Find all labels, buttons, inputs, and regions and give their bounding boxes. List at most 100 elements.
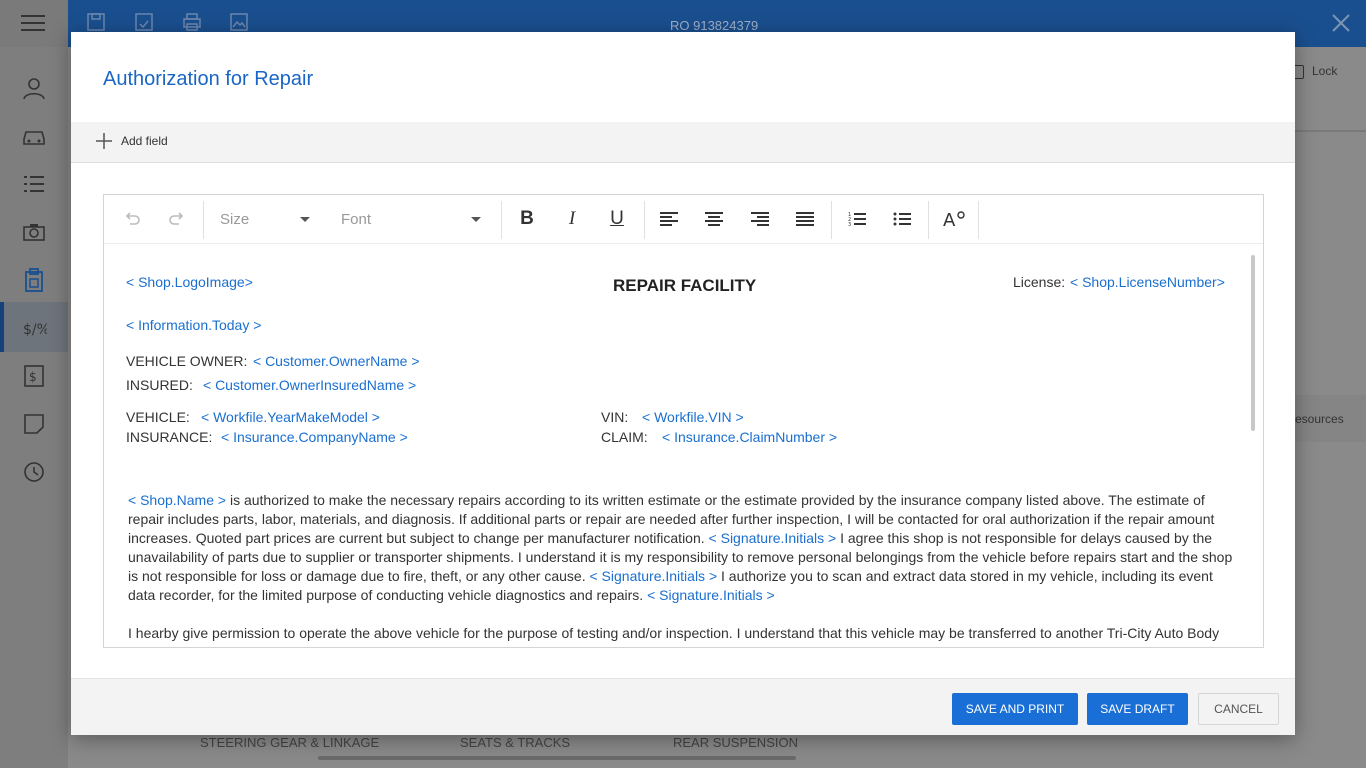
vin-label: VIN: bbox=[601, 409, 629, 425]
history-icon[interactable] bbox=[21, 459, 47, 485]
modal-title: Authorization for Repair bbox=[103, 68, 314, 90]
svg-text:A: A bbox=[943, 210, 956, 229]
text-color-button[interactable]: A bbox=[942, 207, 966, 231]
resources-label: esources bbox=[1295, 412, 1344, 426]
car-icon[interactable] bbox=[21, 123, 47, 149]
close-icon[interactable] bbox=[1330, 12, 1352, 34]
align-left-button[interactable] bbox=[657, 207, 681, 231]
note-icon[interactable] bbox=[21, 411, 47, 437]
numbered-list-button[interactable]: 123 bbox=[845, 207, 869, 231]
vehicle-label: VEHICLE: bbox=[126, 409, 190, 425]
text-color-icon: A bbox=[943, 210, 965, 229]
nav-active-indicator bbox=[0, 302, 4, 352]
undo-icon bbox=[125, 212, 140, 225]
background-divider bbox=[1295, 130, 1366, 132]
toolbar-divider bbox=[831, 201, 832, 239]
align-left-icon bbox=[660, 212, 678, 226]
toolbar-divider bbox=[501, 201, 502, 239]
numbered-list-icon: 123 bbox=[848, 212, 866, 227]
save-draft-button[interactable]: SAVE DRAFT bbox=[1087, 693, 1188, 725]
today-field: < Information.Today > bbox=[126, 317, 262, 333]
save-and-print-button[interactable]: SAVE AND PRINT bbox=[952, 693, 1078, 725]
bullet-list-icon bbox=[893, 212, 911, 226]
lock-label: Lock bbox=[1312, 64, 1338, 78]
insurance-label: INSURANCE: bbox=[126, 429, 213, 445]
italic-button[interactable]: I bbox=[560, 207, 584, 231]
insurance-field: < Insurance.CompanyName > bbox=[221, 429, 408, 445]
print-icon[interactable] bbox=[182, 12, 202, 32]
svg-text:3: 3 bbox=[848, 222, 851, 227]
font-select-label: Font bbox=[341, 210, 372, 228]
insured-label: INSURED: bbox=[126, 377, 193, 393]
toolbar-divider bbox=[203, 201, 204, 239]
clipboard-icon[interactable] bbox=[21, 267, 47, 293]
authorization-modal: Authorization for Repair Add field Size … bbox=[71, 32, 1295, 735]
background-scrollbar[interactable] bbox=[318, 756, 796, 760]
camera-icon[interactable] bbox=[21, 219, 47, 245]
add-field-label: Add field bbox=[121, 134, 168, 148]
underline-button[interactable]: U bbox=[605, 207, 629, 231]
toolbar-divider bbox=[978, 201, 979, 239]
vin-field: < Workfile.VIN > bbox=[642, 409, 744, 425]
rich-text-editor: Size Font B I U 1 2 3 A < Shop.LogoImage… bbox=[103, 194, 1264, 648]
svg-text:$: $ bbox=[29, 370, 37, 384]
chevron-down-icon bbox=[300, 217, 310, 222]
list-icon[interactable] bbox=[21, 171, 47, 197]
signature-initials-field: < Signature.Initials > bbox=[647, 587, 775, 603]
license-field: < Shop.LicenseNumber> bbox=[1070, 274, 1225, 290]
justify-button[interactable] bbox=[793, 207, 817, 231]
size-select-label: Size bbox=[220, 210, 250, 228]
document-heading: REPAIR FACILITY bbox=[613, 276, 757, 295]
claim-field: < Insurance.ClaimNumber > bbox=[662, 429, 838, 445]
owner-field: < Customer.OwnerName > bbox=[253, 353, 420, 369]
bold-button[interactable]: B bbox=[515, 207, 539, 231]
invoice-icon[interactable]: $ bbox=[21, 363, 47, 389]
background-bottom-row: STEERING GEAR & LINKAGE SEATS & TRACKS R… bbox=[70, 735, 1295, 768]
vehicle-field: < Workfile.YearMakeModel > bbox=[201, 409, 380, 425]
bottom-item: REAR SUSPENSION bbox=[673, 735, 798, 750]
toolbar-divider bbox=[928, 201, 929, 239]
add-field-button[interactable]: Add field bbox=[95, 132, 168, 150]
insured-field: < Customer.OwnerInsuredName > bbox=[203, 377, 417, 393]
plus-icon bbox=[96, 133, 112, 149]
align-center-button[interactable] bbox=[702, 207, 726, 231]
signature-initials-field: < Signature.Initials > bbox=[708, 530, 837, 546]
hamburger-icon bbox=[21, 15, 45, 31]
menu-button[interactable] bbox=[0, 0, 68, 47]
svg-text:$/%: $/% bbox=[23, 322, 47, 338]
editor-scrollbar[interactable] bbox=[1251, 255, 1255, 431]
owner-label: VEHICLE OWNER: bbox=[126, 353, 248, 369]
redo-icon bbox=[169, 212, 184, 225]
align-right-button[interactable] bbox=[748, 207, 772, 231]
dollar-percent-icon[interactable]: $/% bbox=[21, 315, 47, 341]
license-label: License: bbox=[1013, 274, 1066, 290]
align-right-icon bbox=[751, 212, 769, 226]
bullet-list-button[interactable] bbox=[890, 207, 914, 231]
image-icon[interactable] bbox=[229, 12, 249, 32]
resources-tab[interactable]: esources bbox=[1295, 395, 1366, 442]
justify-icon bbox=[796, 212, 814, 226]
shop-logo-field: < Shop.LogoImage> bbox=[126, 274, 253, 290]
bottom-item: SEATS & TRACKS bbox=[460, 735, 571, 750]
ro-number: RO 913824379 bbox=[670, 18, 759, 33]
italic-icon: I bbox=[568, 208, 576, 229]
font-select[interactable]: Font bbox=[341, 207, 481, 231]
bottom-item: STEERING GEAR & LINKAGE bbox=[200, 735, 380, 750]
editor-toolbar: Size Font B I U 1 2 3 A bbox=[104, 195, 1263, 244]
save-icon[interactable] bbox=[86, 12, 106, 32]
signature-initials-field: < Signature.Initials > bbox=[589, 568, 718, 584]
shop-name-field: < Shop.Name > bbox=[128, 492, 227, 508]
permission-paragraph: I hearby give permission to operate the … bbox=[128, 625, 1220, 647]
undo-button[interactable] bbox=[120, 207, 144, 231]
lock-button[interactable]: Lock bbox=[1292, 64, 1337, 79]
redo-button[interactable] bbox=[165, 207, 189, 231]
align-center-icon bbox=[705, 212, 723, 226]
user-icon[interactable] bbox=[21, 75, 47, 101]
document-body[interactable]: < Shop.LogoImage> REPAIR FACILITY Licens… bbox=[104, 245, 1263, 647]
save-as-icon[interactable] bbox=[134, 12, 154, 32]
bold-icon: B bbox=[520, 208, 534, 229]
authorization-paragraph: < Shop.Name > is authorized to make the … bbox=[128, 491, 1236, 605]
size-select[interactable]: Size bbox=[220, 207, 310, 231]
cancel-button[interactable]: CANCEL bbox=[1198, 693, 1279, 725]
chevron-down-icon bbox=[471, 217, 481, 222]
